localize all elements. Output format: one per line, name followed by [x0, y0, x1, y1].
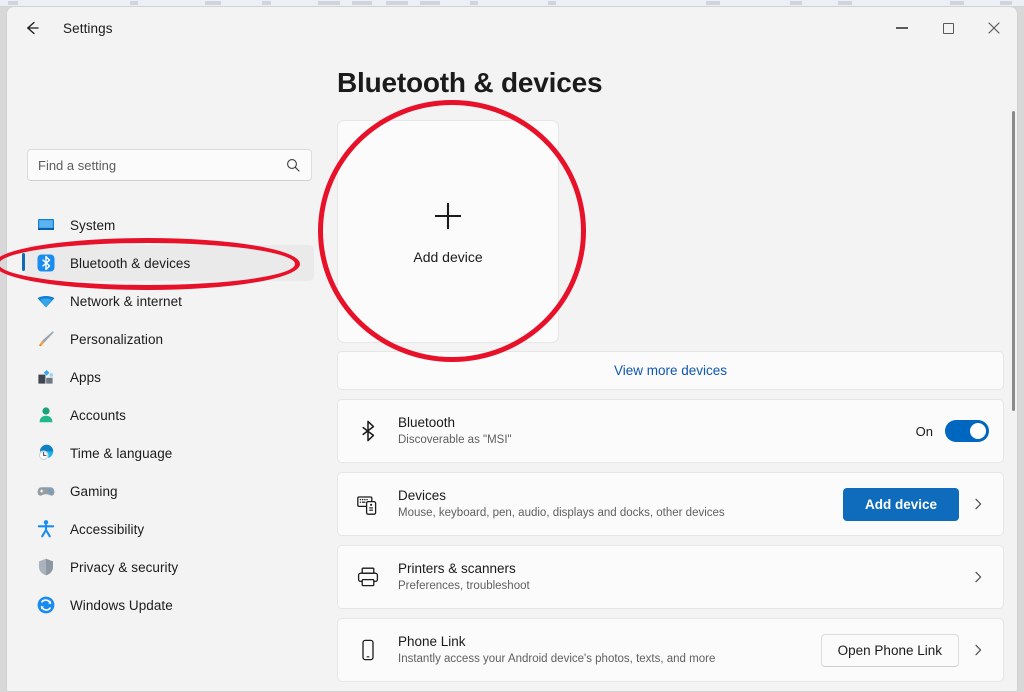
sidebar-item-label: Windows Update: [70, 597, 173, 613]
minimize-icon: [896, 27, 908, 29]
search-input[interactable]: [38, 157, 285, 173]
screen: Settings Find a setting System Bluetooth…: [0, 0, 1024, 692]
plus-icon: [435, 202, 461, 229]
system-icon: [38, 219, 54, 230]
back-arrow-icon: [27, 21, 39, 35]
chevron-right-icon: [975, 644, 982, 656]
accessibility-icon: [37, 520, 55, 538]
settings-window: Settings Find a setting System Bluetooth…: [6, 6, 1018, 692]
scrollbar-thumb[interactable]: [1012, 111, 1015, 411]
window-controls: [879, 7, 1017, 49]
privacy-security-icon: [39, 558, 53, 576]
row-title: Printers & scanners: [398, 561, 516, 576]
row-text: Printers & scanners Preferences, trouble…: [398, 560, 959, 594]
add-device-card[interactable]: Add device: [337, 120, 559, 343]
row-subtitle: Instantly access your Android device's p…: [398, 653, 716, 665]
row-title: Devices: [398, 488, 447, 503]
add-device-card-label: Add device: [413, 248, 483, 265]
row-title: Phone Link: [398, 634, 466, 649]
apps-icon: [38, 370, 53, 384]
sidebar-item-personalization[interactable]: Personalization: [25, 321, 314, 357]
chevron-right-icon: [975, 498, 982, 510]
sidebar-item-gaming[interactable]: Gaming: [25, 473, 314, 509]
content-scrollbar[interactable]: [1012, 111, 1015, 691]
sidebar-item-apps[interactable]: Apps: [25, 359, 314, 395]
view-more-devices-label: View more devices: [613, 363, 728, 378]
sidebar: System Bluetooth & devices Network & int…: [7, 49, 321, 691]
maximize-icon: [942, 22, 954, 34]
chevron-right-printers[interactable]: [967, 570, 989, 584]
sidebar-item-accounts[interactable]: Accounts: [25, 397, 314, 433]
page-title: Bluetooth & devices: [337, 67, 603, 98]
sidebar-item-label: Network & internet: [70, 293, 182, 309]
app-title: Settings: [63, 20, 113, 36]
chevron-right-devices[interactable]: [967, 497, 989, 511]
chevron-right-phone-link[interactable]: [967, 643, 989, 657]
gaming-icon: [37, 487, 55, 496]
search-box[interactable]: [27, 149, 312, 181]
accounts-icon: [39, 407, 53, 423]
row-text: Bluetooth Discoverable as "MSI": [398, 414, 916, 448]
row-subtitle: Mouse, keyboard, pen, audio, displays an…: [398, 507, 725, 519]
printer-icon: [357, 567, 379, 587]
row-printers-scanners[interactable]: Printers & scanners Preferences, trouble…: [337, 545, 1004, 609]
back-button[interactable]: [15, 13, 49, 43]
sidebar-item-label: Bluetooth & devices: [70, 255, 191, 271]
sidebar-item-label: Apps: [70, 369, 101, 385]
row-subtitle: Discoverable as "MSI": [398, 434, 512, 446]
minimize-button[interactable]: [879, 7, 925, 49]
search-icon: [287, 159, 300, 172]
open-phone-link-button[interactable]: Open Phone Link: [820, 633, 959, 667]
sidebar-item-label: Accessibility: [70, 521, 145, 537]
time-language-icon: [38, 444, 54, 461]
sidebar-nav: System Bluetooth & devices Network & int…: [19, 207, 314, 623]
bluetooth-toggle-state: On: [915, 423, 933, 439]
sidebar-item-label: System: [70, 217, 116, 233]
close-icon: [988, 22, 1000, 34]
row-title: Bluetooth: [398, 415, 456, 430]
row-text: Devices Mouse, keyboard, pen, audio, dis…: [398, 487, 843, 521]
bluetooth-toggle-group: On: [916, 420, 989, 442]
view-more-devices-link[interactable]: View more devices: [337, 351, 1004, 390]
windows-update-icon: [37, 596, 55, 614]
row-devices[interactable]: Devices Mouse, keyboard, pen, audio, dis…: [337, 472, 1004, 536]
sidebar-item-system[interactable]: System: [25, 207, 314, 243]
toggle-knob: [970, 423, 986, 439]
sidebar-item-time-language[interactable]: Time & language: [25, 435, 314, 471]
bluetooth-glyph-icon: [362, 420, 375, 442]
sidebar-item-label: Personalization: [70, 331, 164, 347]
row-text: Phone Link Instantly access your Android…: [398, 633, 821, 667]
chevron-right-icon: [975, 571, 982, 583]
network-icon: [37, 295, 55, 308]
sidebar-item-windows-update[interactable]: Windows Update: [25, 587, 314, 623]
sidebar-item-label: Privacy & security: [70, 559, 179, 575]
bluetooth-icon: [37, 254, 55, 272]
title-bar: Settings: [7, 7, 1017, 49]
sidebar-item-label: Accounts: [70, 407, 126, 423]
main-content: Bluetooth & devices Add device View more…: [321, 49, 1017, 691]
phone-icon: [362, 639, 374, 661]
add-device-button[interactable]: Add device: [842, 487, 959, 521]
row-subtitle: Preferences, troubleshoot: [398, 580, 530, 592]
sidebar-item-network-internet[interactable]: Network & internet: [25, 283, 314, 319]
sidebar-item-label: Time & language: [70, 445, 173, 461]
sidebar-item-privacy-security[interactable]: Privacy & security: [25, 549, 314, 585]
sidebar-item-bluetooth-devices[interactable]: Bluetooth & devices: [22, 245, 314, 281]
keyboard-device-icon: [357, 496, 377, 515]
close-button[interactable]: [971, 7, 1017, 49]
personalization-icon: [39, 331, 54, 347]
bluetooth-toggle[interactable]: [945, 420, 989, 442]
sidebar-item-label: Gaming: [70, 483, 118, 499]
maximize-button[interactable]: [925, 7, 971, 49]
sidebar-item-accessibility[interactable]: Accessibility: [25, 511, 314, 547]
row-phone-link[interactable]: Phone Link Instantly access your Android…: [337, 618, 1004, 682]
row-bluetooth[interactable]: Bluetooth Discoverable as "MSI" On: [337, 399, 1004, 463]
